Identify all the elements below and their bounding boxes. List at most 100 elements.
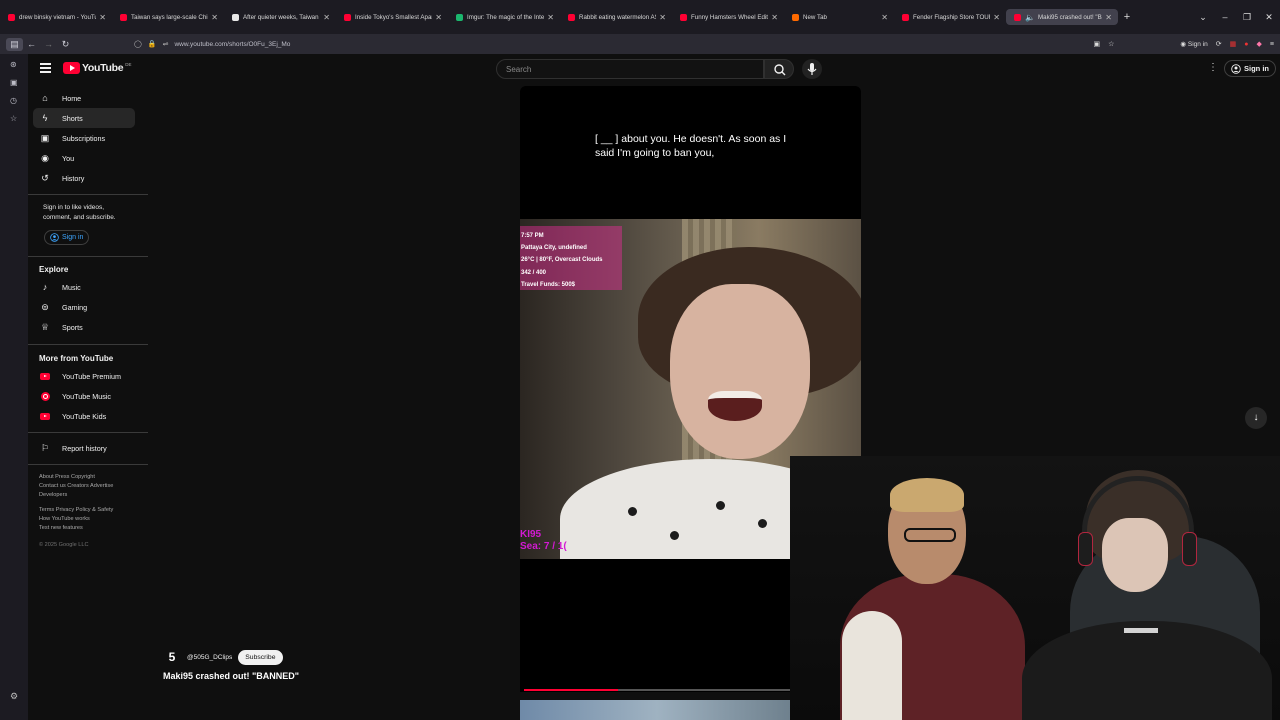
reload-icon[interactable]: ↻	[57, 39, 74, 50]
guide-item-youtube-kids[interactable]: YouTube Kids	[33, 406, 135, 426]
close-window-icon[interactable]: ✕	[1258, 12, 1280, 23]
settings-kebab-icon[interactable]: ⋮	[1208, 62, 1218, 73]
ai-chatbot-icon[interactable]: ⊛	[10, 60, 17, 69]
guide-item-home[interactable]: ⌂ Home	[33, 88, 135, 108]
guide-item-gaming[interactable]: ⊜ Gaming	[33, 297, 135, 317]
footer-links-6[interactable]: Test new features	[39, 524, 83, 533]
tab-close-icon[interactable]: ✕	[993, 13, 1000, 22]
search-input[interactable]: Search	[496, 59, 764, 79]
browser-tab[interactable]: drew binsky vietnam - YouTube ✕	[0, 0, 112, 34]
guide-item-you[interactable]: ◉ You	[33, 148, 135, 168]
extension-red-icon[interactable]: ●	[1244, 41, 1248, 48]
forward-arrow-icon[interactable]: →	[40, 39, 57, 49]
footer-links-4[interactable]: Terms Privacy Policy & Safety	[39, 506, 113, 515]
guide-item-shorts[interactable]: ϟ Shorts	[33, 108, 135, 128]
footer-links-1[interactable]: About Press Copyright	[39, 473, 95, 482]
synced-tabs-icon[interactable]: ▣	[10, 78, 18, 87]
bookmarks-icon[interactable]: ☆	[10, 114, 17, 123]
browser-tab[interactable]: Inside Tokyo's Smallest Apartm ✕	[336, 0, 448, 34]
browser-tab[interactable]: New Tab ✕	[784, 0, 894, 34]
tab-close-icon[interactable]: ✕	[99, 13, 106, 22]
guide-item-music[interactable]: ♪ Music	[33, 277, 135, 297]
new-tab-icon[interactable]: +	[1118, 11, 1136, 23]
history-icon[interactable]: ◷	[10, 96, 17, 105]
guide-item-sports[interactable]: ♕ Sports	[33, 317, 135, 337]
headset-ear-cup	[1078, 532, 1093, 566]
guide-item-youtube-music[interactable]: YouTube Music	[33, 386, 135, 406]
overlay-weather: 26°C | 80°F, Overcast Clouds	[521, 257, 603, 264]
menu-icon[interactable]: ≡	[1270, 41, 1274, 48]
channel-row: 5 @505G_DClips Subscribe	[163, 648, 283, 666]
tab-favicon	[232, 13, 239, 21]
footer-links-2[interactable]: Contact us Creators Advertise	[39, 482, 113, 491]
minimize-icon[interactable]: –	[1214, 12, 1236, 22]
channel-handle[interactable]: @505G_DClips	[187, 654, 232, 661]
back-arrow-icon[interactable]: ←	[23, 39, 40, 49]
reader-view-icon[interactable]: ▣	[1094, 40, 1101, 48]
overlay-count: 342 / 400	[521, 269, 547, 276]
headset-ear-cup	[1182, 532, 1197, 566]
lock-icon[interactable]: 🔒	[148, 40, 157, 48]
bookmark-star-icon[interactable]: ☆	[1108, 40, 1114, 48]
browser-tab-active[interactable]: 🔈Maki95 crashed out! "BANN✕	[1006, 9, 1118, 25]
search-button[interactable]	[764, 59, 794, 79]
next-short-preview[interactable]	[520, 700, 794, 720]
browser-tab[interactable]: Rabbit eating watermelon ASMR✕	[560, 0, 672, 34]
guide-item-label: You	[62, 153, 75, 163]
tab-close-icon[interactable]: ✕	[323, 13, 330, 22]
copyright: © 2025 Google LLC	[39, 542, 89, 548]
guide-item-label: YouTube Premium	[62, 371, 121, 381]
guide-item-label: Report history	[62, 443, 107, 453]
permissions-icon[interactable]: ⇌	[163, 40, 169, 48]
guide-menu-icon[interactable]	[40, 63, 51, 75]
video-progress-bar[interactable]	[524, 689, 792, 691]
masthead-signin-button[interactable]: Sign in	[1224, 60, 1276, 77]
extension-pink-icon[interactable]: ◆	[1257, 40, 1262, 48]
speaker-icon[interactable]: 🔈	[1025, 13, 1035, 22]
tab-close-icon[interactable]: ✕	[881, 13, 888, 22]
guide-divider	[28, 194, 148, 195]
tab-list-chevron-down-icon[interactable]: ⌄	[1192, 12, 1214, 23]
account-signin-button[interactable]: ◉ Sign in	[1180, 40, 1207, 48]
guide-signin-button[interactable]: Sign in	[44, 230, 90, 245]
sync-icon[interactable]: ⟳	[1216, 40, 1222, 48]
youtube-premium-icon	[40, 371, 50, 381]
guide-item-subscriptions[interactable]: ▣ Subscriptions	[33, 128, 135, 148]
browser-tab[interactable]: Fender Flagship Store TOUR - S✕	[894, 0, 1006, 34]
shield-icon[interactable]: ◯	[134, 40, 142, 48]
footer-links-5[interactable]: How YouTube works	[39, 515, 90, 524]
country-code: DE	[125, 61, 132, 67]
next-short-arrow-down-icon[interactable]: ↓	[1245, 407, 1267, 429]
tab-close-icon[interactable]: ✕	[435, 13, 442, 22]
guide-item-report-history[interactable]: ⚐ Report history	[33, 438, 135, 458]
footer-links-3[interactable]: Developers	[39, 491, 67, 500]
tab-close-icon[interactable]: ✕	[211, 13, 218, 22]
browser-tab[interactable]: Taiwan says large-scale Chinese✕	[112, 0, 224, 34]
address-bar[interactable]: ◯ 🔒 ⇌ www.youtube.com/shorts/O0Fu_3Ej_Mo	[134, 37, 1064, 51]
you-icon: ◉	[41, 152, 49, 163]
browser-tab[interactable]: Funny Hamsters Wheel Edition ✕	[672, 0, 784, 34]
guide-item-youtube-premium[interactable]: YouTube Premium	[33, 366, 135, 386]
guide-item-history[interactable]: ↺ History	[33, 168, 135, 188]
streamer-2-hoodie	[1022, 621, 1272, 720]
shirt-pattern-dot	[716, 501, 725, 510]
sidebar-toggle-icon[interactable]: ▤	[6, 37, 23, 51]
browser-tab[interactable]: Imgur: The magic of the Interne✕	[448, 0, 560, 34]
youtube-logo-text: YouTube	[82, 62, 124, 74]
tab-close-icon[interactable]: ✕	[547, 13, 554, 22]
subscribe-button[interactable]: Subscribe	[238, 649, 283, 665]
browser-tab[interactable]: After quieter weeks, Taiwan rep✕	[224, 0, 336, 34]
tab-close-icon[interactable]: ✕	[771, 13, 778, 22]
tab-close-icon[interactable]: ✕	[1105, 13, 1112, 22]
voice-search-button[interactable]	[802, 59, 822, 79]
flag-icon: ⚐	[40, 442, 50, 453]
tab-close-icon[interactable]: ✕	[659, 13, 666, 22]
youtube-logo[interactable]: YouTube DE	[63, 62, 132, 74]
hoodie-logo	[1124, 628, 1158, 633]
channel-avatar[interactable]: 5	[163, 648, 181, 666]
restore-icon[interactable]: ❐	[1236, 12, 1258, 23]
short-title[interactable]: Maki95 crashed out! "BANNED"	[163, 671, 299, 681]
overlay-location: Pattaya City, undefined	[521, 245, 587, 252]
extension-icon[interactable]: ▦	[1230, 40, 1237, 48]
sidebar-settings-gear-icon[interactable]: ⚙	[10, 691, 18, 702]
